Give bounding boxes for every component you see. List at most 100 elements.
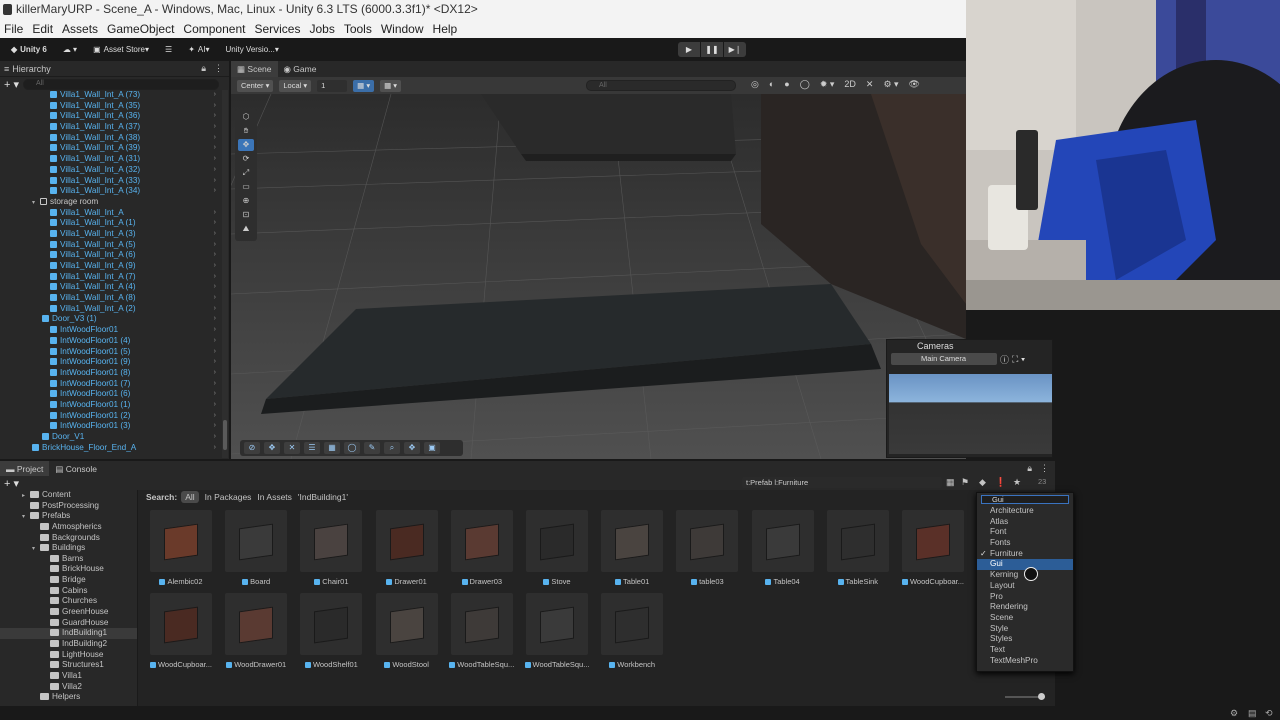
asset-item[interactable]: WoodTableSqu...: [449, 593, 515, 673]
hierarchy-item[interactable]: Villa1_Wall_Int_A (6) ›: [0, 250, 222, 261]
space-dropdown[interactable]: Local ▾: [279, 79, 312, 92]
chevron-right-icon[interactable]: ›: [214, 304, 216, 315]
chevron-right-icon[interactable]: ›: [214, 101, 216, 112]
chevron-right-icon[interactable]: ›: [214, 293, 216, 304]
view-options-icon[interactable]: ⬡: [238, 111, 254, 123]
folder-item[interactable]: Backgrounds: [0, 533, 137, 544]
hierarchy-item[interactable]: IntWoodFloor01 (3) ›: [0, 421, 222, 432]
search-scope-all[interactable]: All: [181, 491, 199, 503]
grid-toggle[interactable]: ▦ ▾: [353, 79, 375, 92]
favorite-icon[interactable]: ★: [1013, 477, 1021, 488]
search-by-label-icon[interactable]: ⚑: [961, 477, 969, 488]
menu-assets[interactable]: Assets: [62, 22, 98, 36]
chevron-right-icon[interactable]: ›: [214, 411, 216, 422]
ai-button[interactable]: ✦ AI ▾: [183, 43, 214, 56]
folder-item[interactable]: Villa1: [0, 671, 137, 682]
lighting-icon[interactable]: ✹ ▾: [820, 79, 835, 90]
hierarchy-scrollbar[interactable]: [222, 90, 228, 458]
chevron-right-icon[interactable]: ›: [214, 432, 216, 443]
chevron-right-icon[interactable]: ›: [214, 122, 216, 133]
hierarchy-item[interactable]: IntWoodFloor01 (9) ›: [0, 357, 222, 368]
label-option[interactable]: Text: [977, 645, 1073, 656]
asset-item[interactable]: Drawer03: [449, 510, 515, 590]
lock-icon[interactable]: 🔒︎: [201, 63, 206, 74]
chevron-right-icon[interactable]: ›: [214, 90, 216, 101]
folder-item[interactable]: ▸ Content: [0, 490, 137, 501]
chevron-right-icon[interactable]: ›: [214, 143, 216, 154]
shading-shaded-icon[interactable]: ◯: [800, 79, 810, 90]
status-icon-1[interactable]: ⚙: [1230, 708, 1238, 719]
menu-edit[interactable]: Edit: [32, 22, 53, 36]
asset-item[interactable]: WoodShelf01: [298, 593, 364, 673]
chevron-right-icon[interactable]: ›: [214, 261, 216, 272]
search-scope-folder[interactable]: 'IndBuilding1': [298, 492, 348, 502]
hierarchy-item[interactable]: Villa1_Wall_Int_A (3) ›: [0, 229, 222, 240]
hierarchy-item[interactable]: Door_V1 ›: [0, 432, 222, 443]
hierarchy-item[interactable]: IntWoodFloor01 (2) ›: [0, 411, 222, 422]
folder-item[interactable]: Churches: [0, 596, 137, 607]
hierarchy-item[interactable]: Villa1_Wall_Int_A (38) ›: [0, 133, 222, 144]
hand-tool-icon[interactable]: ✋︎: [238, 125, 254, 137]
info-icon[interactable]: ⓘ: [1000, 353, 1009, 366]
probuilder-icon[interactable]: ⛰︎: [238, 223, 254, 235]
hierarchy-item[interactable]: IntWoodFloor01 (8) ›: [0, 368, 222, 379]
asset-item[interactable]: Alembic02: [148, 510, 214, 590]
folder-item[interactable]: PostProcessing: [0, 501, 137, 512]
shading-lit-icon[interactable]: ◐: [769, 79, 774, 90]
hierarchy-item[interactable]: Villa1_Wall_Int_A (7) ›: [0, 272, 222, 283]
label-option[interactable]: Scene: [977, 613, 1073, 624]
tool-icon-4[interactable]: ☰: [304, 442, 320, 454]
chevron-right-icon[interactable]: ›: [214, 443, 216, 454]
menu-file[interactable]: File: [4, 22, 23, 36]
asset-item[interactable]: Table04: [750, 510, 816, 590]
label-option[interactable]: Layout: [977, 581, 1073, 592]
search-scope-packages[interactable]: In Packages: [205, 492, 252, 502]
hierarchy-title[interactable]: Hierarchy: [12, 64, 51, 74]
scene-search-input[interactable]: All: [586, 80, 736, 91]
add-button[interactable]: + ▾: [4, 78, 19, 91]
chevron-right-icon[interactable]: ›: [214, 272, 216, 283]
hierarchy-item[interactable]: Villa1_Wall_Int_A (8) ›: [0, 293, 222, 304]
chevron-right-icon[interactable]: ›: [214, 379, 216, 390]
folder-item[interactable]: Helpers: [0, 692, 137, 703]
fold-arrow-icon[interactable]: ▾: [22, 512, 30, 523]
asset-item[interactable]: TableSink: [825, 510, 891, 590]
chevron-right-icon[interactable]: ›: [214, 400, 216, 411]
hierarchy-item[interactable]: IntWoodFloor01 (5) ›: [0, 347, 222, 358]
chevron-right-icon[interactable]: ›: [214, 368, 216, 379]
gizmo-2d-icon[interactable]: 2D: [844, 79, 856, 90]
hierarchy-group[interactable]: ▾ storage room: [0, 197, 222, 208]
scene-view[interactable]: ▦ Scene ◉ Game Center ▾ Local ▾ 1 ▦ ▾ ▦ …: [231, 61, 966, 459]
search-scope-assets[interactable]: In Assets: [257, 492, 292, 502]
hierarchy-item[interactable]: IntWoodFloor01 (6) ›: [0, 389, 222, 400]
label-option[interactable]: Style: [977, 624, 1073, 635]
menu-services[interactable]: Services: [254, 22, 300, 36]
hierarchy-item[interactable]: Villa1_Wall_Int_A (73) ›: [0, 90, 222, 101]
hierarchy-item[interactable]: Villa1_Wall_Int_A (4) ›: [0, 282, 222, 293]
status-icon-2[interactable]: ▤: [1248, 708, 1257, 719]
layout-menu-button[interactable]: ☰: [160, 43, 177, 56]
label-option[interactable]: ✓ Furniture: [977, 549, 1073, 560]
chevron-right-icon[interactable]: ›: [214, 357, 216, 368]
audio-icon[interactable]: ✕: [866, 79, 874, 90]
folder-item[interactable]: Structures1: [0, 660, 137, 671]
play-button[interactable]: ▶: [678, 42, 700, 57]
asset-item[interactable]: Chair01: [298, 510, 364, 590]
label-option[interactable]: TextMeshPro: [977, 656, 1073, 667]
tool-icon-5[interactable]: ▦: [324, 442, 340, 454]
rect-tool-icon[interactable]: ▭: [238, 181, 254, 193]
chevron-right-icon[interactable]: ›: [214, 229, 216, 240]
warning-icon[interactable]: ❗: [995, 477, 1006, 488]
chevron-right-icon[interactable]: ›: [214, 336, 216, 347]
visibility-icon[interactable]: 👁︎: [909, 79, 920, 90]
hierarchy-item[interactable]: Villa1_Wall_Int_A (35) ›: [0, 101, 222, 112]
asset-item[interactable]: Workbench: [599, 593, 665, 673]
chevron-right-icon[interactable]: ›: [214, 325, 216, 336]
more-icon[interactable]: ⋮: [214, 63, 223, 74]
hierarchy-item[interactable]: IntWoodFloor01 (1) ›: [0, 400, 222, 411]
effects-icon[interactable]: ⚙ ▾: [883, 79, 898, 90]
hierarchy-item[interactable]: BrickHouse_Floor_End_A ›: [0, 443, 222, 454]
transform-tool-icon[interactable]: ⊕: [238, 195, 254, 207]
hierarchy-item[interactable]: Villa1_Wall_Int_A (9) ›: [0, 261, 222, 272]
chevron-right-icon[interactable]: ›: [214, 347, 216, 358]
